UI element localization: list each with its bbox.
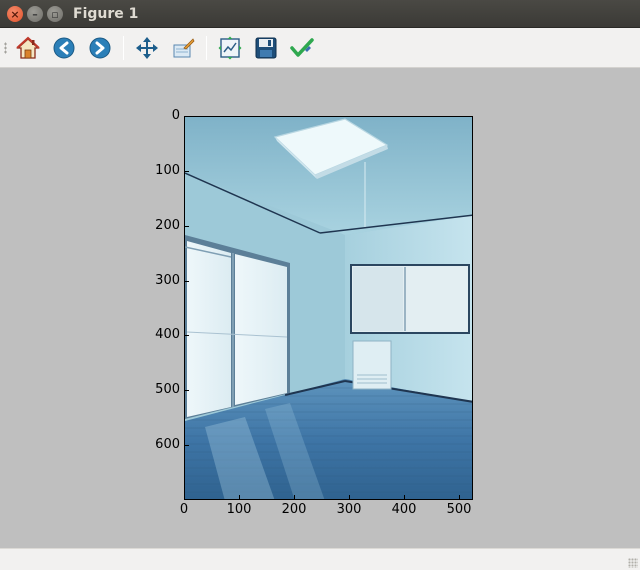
x-tick-label: 300	[336, 502, 362, 517]
window-close-button[interactable]: ×	[7, 6, 23, 22]
pan-icon	[136, 37, 158, 59]
x-tick-label: 400	[391, 502, 417, 517]
plot-axes[interactable]	[184, 116, 473, 500]
toolbar-separator	[206, 36, 207, 60]
window-resize-grip[interactable]	[628, 558, 638, 568]
save-icon	[255, 37, 277, 59]
y-tick	[184, 281, 189, 282]
back-arrow-icon	[53, 37, 75, 59]
toolbar-separator	[123, 36, 124, 60]
subplots-icon	[218, 36, 242, 60]
x-tick	[294, 495, 295, 500]
pan-button[interactable]	[133, 34, 161, 62]
toolbar-grip[interactable]	[4, 42, 7, 54]
y-tick	[184, 116, 189, 117]
window-titlebar: × – ▫ Figure 1	[0, 0, 640, 28]
y-tick-label: 300	[155, 273, 180, 288]
save-button[interactable]	[252, 34, 280, 62]
window-minimize-button[interactable]: –	[27, 6, 43, 22]
y-tick	[184, 390, 189, 391]
x-tick	[459, 495, 460, 500]
y-tick	[184, 226, 189, 227]
x-tick-label: 100	[226, 502, 252, 517]
y-tick-label: 600	[155, 437, 180, 452]
back-button[interactable]	[50, 34, 78, 62]
x-tick	[404, 495, 405, 500]
window-title: Figure 1	[73, 6, 139, 22]
zoom-button[interactable]	[169, 34, 197, 62]
status-bar	[0, 548, 640, 570]
x-tick	[184, 495, 185, 500]
y-tick-label: 100	[155, 163, 180, 178]
y-tick-label: 400	[155, 327, 180, 342]
y-tick	[184, 445, 189, 446]
y-tick	[184, 335, 189, 336]
y-tick	[184, 171, 189, 172]
x-tick	[349, 495, 350, 500]
edit-axis-button[interactable]	[288, 34, 316, 62]
y-tick-label: 0	[171, 108, 180, 123]
navigation-toolbar	[0, 28, 640, 68]
window-maximize-button[interactable]: ▫	[47, 6, 63, 22]
x-tick	[239, 495, 240, 500]
forward-arrow-icon	[89, 37, 111, 59]
x-tick-label: 0	[179, 502, 189, 517]
y-tick-label: 200	[155, 218, 180, 233]
forward-button[interactable]	[86, 34, 114, 62]
home-icon	[16, 36, 40, 59]
x-tick-label: 200	[281, 502, 307, 517]
y-tick-label: 500	[155, 382, 180, 397]
x-tick-label: 500	[446, 502, 472, 517]
room-photo	[185, 117, 472, 499]
subplots-button[interactable]	[216, 34, 244, 62]
edit-check-icon	[290, 38, 314, 57]
home-button[interactable]	[14, 34, 42, 62]
zoom-rect-icon	[173, 38, 195, 58]
